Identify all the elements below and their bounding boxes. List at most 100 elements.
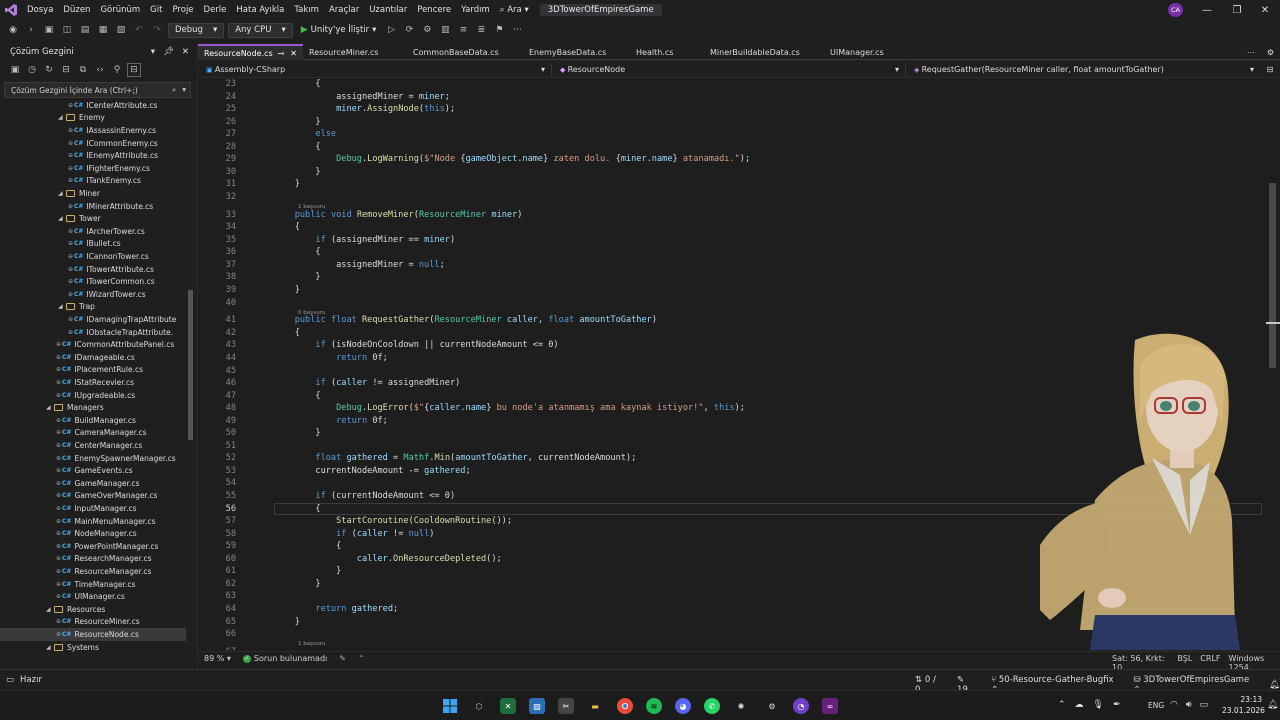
close-icon[interactable]: ✕ bbox=[182, 47, 189, 57]
code-line[interactable]: { bbox=[274, 541, 341, 551]
layout-icon[interactable]: ▥ bbox=[438, 23, 452, 37]
refresh-icon[interactable]: ↻ bbox=[42, 63, 56, 77]
tree-file[interactable]: ⊕ C# ICenterAttribute.cs bbox=[0, 99, 186, 112]
windows-start-icon[interactable] bbox=[442, 698, 458, 714]
expand-arrow-icon[interactable]: ◢ bbox=[46, 644, 54, 651]
tree-file[interactable]: ⊕ C# IMinerAttribute.cs bbox=[0, 200, 186, 213]
history-icon[interactable]: ◷ bbox=[25, 63, 39, 77]
tree-file[interactable]: ⊕ C# IStatRecevier.cs bbox=[0, 376, 186, 389]
settings-icon[interactable]: ⚙ bbox=[1261, 44, 1280, 60]
tree-file[interactable]: ⊕ C# GameEvents.cs bbox=[0, 464, 186, 477]
code-line[interactable]: public float RequestGather(ResourceMiner… bbox=[274, 315, 657, 325]
sync-icon[interactable]: ▣ bbox=[8, 63, 22, 77]
tree-file[interactable]: ⊕ C# NodeManager.cs bbox=[0, 527, 186, 540]
volume-icon[interactable]: 🔊︎ bbox=[1186, 700, 1192, 710]
tree-file[interactable]: ⊕ C# TimeManager.cs bbox=[0, 578, 186, 591]
code-line[interactable]: StartCoroutine(CooldownRoutine()); bbox=[274, 516, 512, 526]
avatar[interactable]: CA bbox=[1168, 3, 1183, 17]
chrome-icon[interactable] bbox=[617, 698, 633, 714]
code-line[interactable]: return 0f; bbox=[274, 353, 388, 363]
code-line[interactable]: currentNodeAmount -= gathered; bbox=[274, 466, 470, 476]
onedrive-icon[interactable]: ☁ bbox=[1075, 700, 1084, 710]
scroll-thumb[interactable] bbox=[1269, 183, 1276, 368]
code-line[interactable]: } bbox=[274, 272, 320, 282]
pin-icon[interactable]: 📌︎ bbox=[163, 47, 174, 57]
tree-file[interactable]: ⊕ C# IWizardTower.cs bbox=[0, 288, 186, 301]
save-all-icon[interactable]: ▧ bbox=[114, 23, 128, 37]
open-icon[interactable]: ▤ bbox=[78, 23, 92, 37]
tree-file[interactable]: ⊕ C# IDamageable.cs bbox=[0, 351, 186, 364]
maximize-icon[interactable]: ❐ bbox=[1222, 0, 1252, 20]
tree-folder[interactable]: ◢ Tower bbox=[0, 212, 186, 225]
menu-debug[interactable]: Hata Ayıkla bbox=[231, 0, 289, 20]
input-language[interactable]: ENG bbox=[1148, 701, 1164, 710]
notification-bell-icon[interactable]: 🔔︎ bbox=[1267, 700, 1278, 710]
minimize-icon[interactable]: — bbox=[1192, 0, 1222, 20]
code-line[interactable]: else bbox=[274, 129, 336, 139]
member-dropdown[interactable]: ◈ RequestGather(ResourceMiner caller, fl… bbox=[906, 62, 1260, 77]
tree-folder[interactable]: ◢ Enemy bbox=[0, 112, 186, 125]
issues-indicator[interactable]: ✓ Sorun bulunamadı bbox=[242, 654, 327, 663]
tree-file[interactable]: ⊕ C# ITowerAttribute.cs bbox=[0, 263, 186, 276]
navigate-back-icon[interactable]: ◉ bbox=[6, 23, 20, 37]
code-line[interactable]: } bbox=[274, 428, 320, 438]
comment-icon[interactable]: ≡ bbox=[456, 23, 470, 37]
solution-scrollbar[interactable] bbox=[187, 100, 194, 655]
github-desktop-icon[interactable]: ◔ bbox=[793, 698, 809, 714]
microphone-icon[interactable]: 🎙︎ bbox=[1093, 700, 1104, 710]
tree-file[interactable]: ⊕ C# ResourceNode.cs bbox=[0, 628, 186, 641]
diagnostics-icon[interactable]: ⚙ bbox=[420, 23, 434, 37]
visual-studio-icon[interactable]: ∞ bbox=[822, 698, 838, 714]
code-line[interactable]: { bbox=[274, 222, 300, 232]
unity-hub-icon[interactable]: ⬡ bbox=[471, 698, 487, 714]
platform-dropdown[interactable]: Any CPU ▾ bbox=[228, 22, 293, 38]
code-line[interactable]: miner.AssignNode(this); bbox=[274, 104, 455, 114]
code-line[interactable]: return gathered; bbox=[274, 604, 398, 614]
tree-file[interactable]: ⊕ C# UIManager.cs bbox=[0, 590, 186, 603]
undo-icon[interactable]: ↶ bbox=[132, 23, 146, 37]
show-all-icon[interactable]: ⧉ bbox=[76, 63, 90, 77]
code-line[interactable]: if (isNodeOnCooldown || currentNodeAmoun… bbox=[274, 340, 558, 350]
clock[interactable]: 23:13 23.01.2026 bbox=[1222, 694, 1265, 716]
spotify-icon[interactable]: ≋ bbox=[646, 698, 662, 714]
menu-search[interactable]: ⌕ Ara ▾ bbox=[495, 0, 534, 20]
split-window-icon[interactable]: ⊟ bbox=[1260, 65, 1280, 74]
solution-search-input[interactable]: Çözüm Gezgini İçinde Ara (Ctrl+;) ⌕ ▾ bbox=[4, 82, 191, 98]
tree-file[interactable]: ⊕ C# GameManager.cs bbox=[0, 477, 186, 490]
output-icon[interactable]: ▭ bbox=[6, 675, 14, 685]
code-line[interactable]: } bbox=[274, 285, 300, 295]
collapse-all-icon[interactable]: ⊟ bbox=[59, 63, 73, 77]
tree-file[interactable]: ⊕ C# ICommonAttributePanel.cs bbox=[0, 338, 186, 351]
tree-file[interactable]: ⊕ C# IEnemyAttribute.cs bbox=[0, 149, 186, 162]
menu-build[interactable]: Derle bbox=[199, 0, 232, 20]
tab-resourcenode[interactable]: ResourceNode.cs ⊸ ✕ bbox=[198, 44, 303, 60]
code-line[interactable]: } bbox=[274, 617, 300, 627]
code-line[interactable]: { bbox=[274, 247, 320, 257]
chevron-down-icon[interactable]: ▾ bbox=[182, 85, 186, 95]
uncomment-icon[interactable]: ≣ bbox=[474, 23, 488, 37]
battery-icon[interactable]: ▭ bbox=[1200, 700, 1209, 710]
tree-folder[interactable]: ◢ Systems bbox=[0, 641, 186, 654]
tree-file[interactable]: ⊕ C# EnemySpawnerManager.cs bbox=[0, 452, 186, 465]
tree-folder[interactable]: ◢ Resources bbox=[0, 603, 186, 616]
chevron-up-icon[interactable]: ⌃ bbox=[358, 654, 365, 663]
tree-file[interactable]: ⊕ C# IUpgradeable.cs bbox=[0, 389, 186, 402]
discord-icon[interactable]: ◕ bbox=[675, 698, 691, 714]
xbox-icon[interactable]: ✕ bbox=[500, 698, 516, 714]
code-line[interactable]: Debug.LogError($"{caller.name} bu node'a… bbox=[274, 403, 745, 413]
notifications-icon[interactable]: 🔔︎ bbox=[1269, 680, 1280, 690]
close-icon[interactable]: ✕ bbox=[290, 49, 297, 58]
brush-icon[interactable]: ✎ bbox=[339, 654, 346, 663]
tree-file[interactable]: ⊕ C# PowerPointManager.cs bbox=[0, 540, 186, 553]
menu-view[interactable]: Görünüm bbox=[95, 0, 145, 20]
tab-overflow-icon[interactable]: ⋯ bbox=[1241, 44, 1261, 60]
code-line[interactable]: float gathered = Mathf.Min(amountToGathe… bbox=[274, 453, 636, 463]
navigate-forward-icon[interactable]: › bbox=[24, 23, 38, 37]
tree-file[interactable]: ⊕ C# CenterManager.cs bbox=[0, 439, 186, 452]
photos-icon[interactable]: ▨ bbox=[529, 698, 545, 714]
more-options-icon[interactable]: ⋯ bbox=[510, 23, 524, 37]
tab-resourceminer[interactable]: ResourceMiner.cs bbox=[303, 44, 407, 60]
tree-file[interactable]: ⊕ C# ICannonTower.cs bbox=[0, 250, 186, 263]
code-line[interactable]: } bbox=[274, 117, 320, 127]
tree-file[interactable]: ⊕ C# ResearchManager.cs bbox=[0, 553, 186, 566]
